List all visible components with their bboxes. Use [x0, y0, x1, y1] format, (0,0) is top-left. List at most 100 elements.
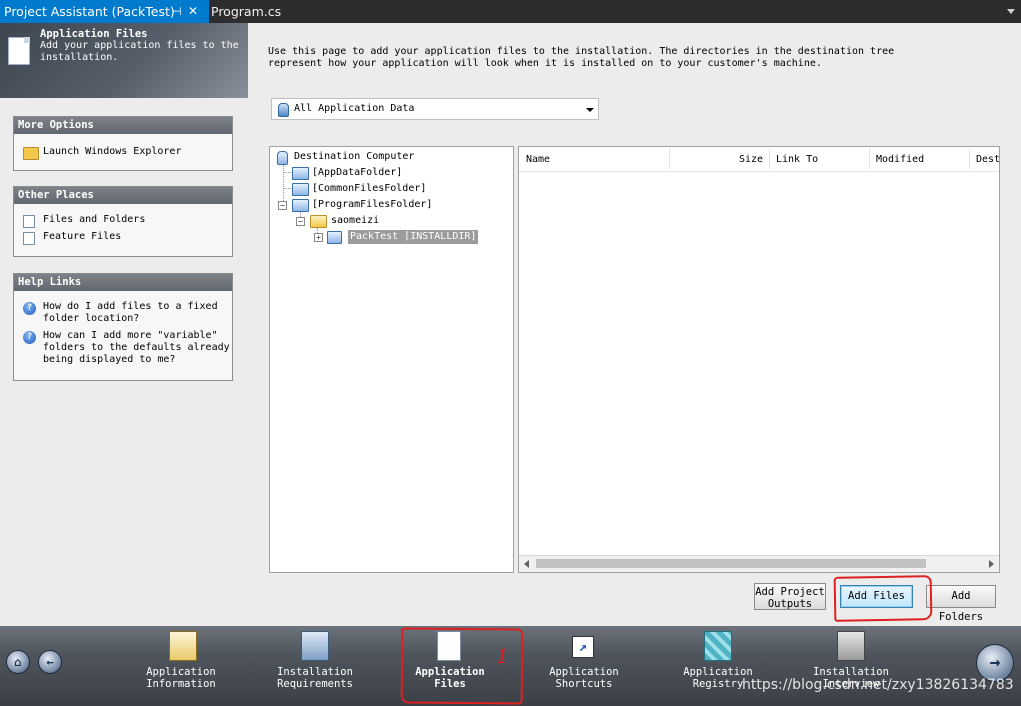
tree-node-label: [ProgramFilesFolder] [312, 199, 433, 210]
column-divider[interactable] [769, 149, 770, 169]
help-links-title: Help Links [14, 274, 232, 291]
annotation-number: 1 [496, 644, 509, 668]
link-feature-files[interactable]: Feature Files [14, 231, 232, 245]
shortcut-arrow-icon: ↗ [572, 636, 594, 658]
column-name[interactable]: Name [526, 154, 550, 165]
nav-label: Installation Requirements [277, 666, 353, 690]
intro-text: Use this page to add your application fi… [268, 46, 1008, 70]
column-divider[interactable] [869, 149, 870, 169]
folder-icon [292, 167, 309, 180]
annotation-highlight-add-files [833, 575, 933, 622]
task-sidebar: Application Files Add your application f… [0, 23, 248, 626]
folder-icon [292, 183, 309, 196]
page-header: Application Files Add your application f… [0, 23, 248, 98]
nav-installation-interview[interactable]: Installation Interview [791, 626, 911, 706]
help-link-variable-folders[interactable]: ? How can I add more "variable" folders … [14, 330, 232, 366]
link-label: How do I add files to a fixed folder loc… [43, 301, 218, 324]
page-description: Add your application files to the instal… [40, 40, 239, 63]
document-icon [8, 37, 30, 65]
tree-node-label: [CommonFilesFolder] [312, 183, 427, 194]
scroll-right-icon[interactable] [989, 560, 994, 568]
button-label-line-1: Add Project [755, 586, 825, 598]
tree-connector [283, 172, 291, 173]
collapse-icon[interactable]: − [278, 201, 287, 210]
file-list[interactable]: Name Size Link To Modified Dest [518, 146, 1000, 573]
column-dest[interactable]: Dest [976, 154, 999, 165]
feature-file-icon [23, 232, 35, 245]
installation-interview-icon [837, 631, 865, 661]
nav-application-shortcuts[interactable]: ↗ Application Shortcuts [524, 626, 644, 706]
folder-open-icon [292, 199, 309, 212]
other-places-panel: Other Places Files and Folders Feature F… [13, 186, 233, 257]
link-label: Feature Files [43, 231, 122, 242]
help-icon: ? [23, 331, 36, 344]
document-tab-strip: Project Assistant (PackTest) ⊣ ✕ Program… [0, 0, 1021, 23]
button-label-line-2: Outputs [767, 598, 813, 610]
application-information-icon [169, 631, 197, 661]
back-arrow-icon[interactable]: ← [38, 650, 62, 674]
destination-tree[interactable]: Destination Computer [AppDataFolder] [Co… [269, 146, 514, 573]
add-folders-button[interactable]: Add Folders [926, 585, 996, 623]
tree-node-destination-computer[interactable]: Destination Computer [276, 150, 476, 165]
tree-node-label: PackTest [INSTALLDIR] [348, 230, 479, 244]
nav-installation-requirements[interactable]: Installation Requirements [255, 626, 375, 706]
horizontal-scrollbar[interactable] [519, 555, 999, 572]
computer-icon [278, 103, 289, 117]
home-icon[interactable]: ⌂ [6, 650, 30, 674]
installdir-folder-icon [327, 231, 342, 244]
tab-project-assistant[interactable]: Project Assistant (PackTest) ⊣ ✕ [0, 0, 209, 23]
more-options-title: More Options [14, 117, 232, 134]
folder-icon [23, 147, 39, 160]
collapse-icon[interactable]: − [296, 217, 305, 226]
tree-node-commonfilesfolder[interactable]: [CommonFilesFolder] [292, 182, 492, 196]
tab-program-cs[interactable]: Program.cs [207, 0, 285, 23]
registry-icon [704, 631, 732, 661]
column-divider[interactable] [669, 149, 670, 169]
scrollbar-thumb[interactable] [536, 559, 926, 568]
computer-icon [277, 151, 288, 165]
tree-node-label: Destination Computer [294, 151, 415, 162]
scroll-left-icon[interactable] [524, 560, 529, 568]
pin-icon[interactable]: ⊣ [172, 0, 182, 23]
folder-open-icon [310, 215, 327, 228]
column-link-to[interactable]: Link To [776, 154, 818, 165]
nav-application-registry[interactable]: Application Registry [658, 626, 778, 706]
nav-label: Application Information [146, 666, 216, 690]
help-link-fixed-folder[interactable]: ? How do I add files to a fixed folder l… [14, 301, 232, 325]
tree-node-programfilesfolder[interactable]: − [ProgramFilesFolder] [278, 198, 498, 212]
help-icon: ? [23, 302, 36, 315]
other-places-title: Other Places [14, 187, 232, 204]
dropdown-value: All Application Data [294, 103, 415, 114]
chevron-down-icon[interactable] [586, 108, 594, 112]
column-modified[interactable]: Modified [876, 154, 924, 165]
page-title: Application Files [40, 28, 148, 40]
help-links-panel: Help Links ? How do I add files to a fix… [13, 273, 233, 381]
tree-node-label: [AppDataFolder] [312, 167, 403, 178]
tree-node-label: saomeizi [331, 215, 380, 226]
tab-title: Project Assistant (PackTest) [4, 4, 175, 19]
close-icon[interactable]: ✕ [188, 0, 198, 23]
intro-line-1: Use this page to add your application fi… [268, 46, 895, 57]
nav-label: Application Shortcuts [549, 666, 619, 690]
tree-connector [283, 188, 291, 189]
link-label: How can I add more "variable" folders to… [43, 330, 230, 365]
nav-application-information[interactable]: Application Information [121, 626, 241, 706]
file-list-header: Name Size Link To Modified Dest [519, 147, 999, 172]
link-files-and-folders[interactable]: Files and Folders [14, 214, 232, 228]
tree-node-appdatafolder[interactable]: [AppDataFolder] [292, 166, 492, 180]
link-launch-windows-explorer[interactable]: Launch Windows Explorer [14, 146, 232, 160]
watermark-text: https://blog.csdn.net/zxy13826134783 [742, 677, 1014, 693]
column-divider[interactable] [969, 149, 970, 169]
link-label: Files and Folders [43, 214, 146, 225]
tab-list-dropdown-icon[interactable] [1007, 9, 1015, 14]
expand-icon[interactable]: + [314, 233, 323, 242]
tree-node-packtest-installdir[interactable]: + PackTest [INSTALLDIR] [314, 230, 514, 244]
intro-line-2: represent how your application will look… [268, 58, 822, 69]
installation-requirements-icon [301, 631, 329, 661]
application-data-dropdown[interactable]: All Application Data [271, 98, 599, 120]
column-size[interactable]: Size [739, 154, 763, 165]
add-project-outputs-button[interactable]: Add Project Outputs [754, 583, 826, 610]
tree-node-saomeizi[interactable]: − saomeizi [296, 214, 496, 228]
link-label: Launch Windows Explorer [43, 146, 182, 157]
file-icon [23, 215, 35, 228]
